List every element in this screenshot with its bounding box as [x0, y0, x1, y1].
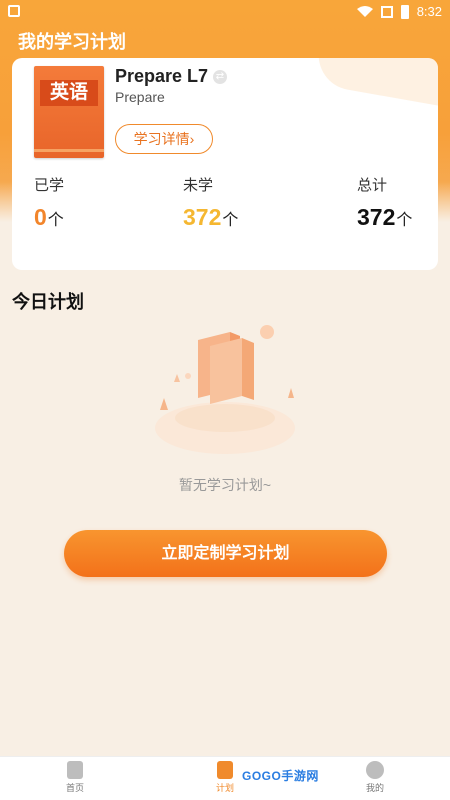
stat-learned: 已学 0个 [34, 174, 64, 231]
book-subtitle: Prepare [115, 89, 165, 105]
book-cover-stripe [34, 149, 104, 152]
empty-plan-message: 暂无学习计划~ [178, 477, 272, 493]
home-book-icon [67, 761, 83, 779]
stat-value: 372 [357, 204, 396, 230]
switch-book-icon[interactable]: ⇄ [213, 70, 227, 84]
signal-icon [380, 5, 393, 18]
stat-label: 未学 [183, 177, 214, 194]
book-cover-label: 英语 [40, 80, 98, 106]
tab-label: 计划 [215, 783, 234, 793]
stat-unit: 个 [222, 212, 239, 229]
tab-mine[interactable]: 我的 [345, 761, 405, 794]
clock-icon [217, 761, 233, 779]
battery-icon [400, 4, 409, 19]
page-title: 我的学习计划 [18, 32, 126, 52]
today-plan-title: 今日计划 [12, 292, 84, 312]
card-decoration [313, 58, 438, 112]
tab-home[interactable]: 首页 [45, 761, 105, 794]
stat-value: 372 [183, 204, 222, 230]
status-icons: 8:32 [356, 4, 442, 19]
stats-row: 已学 0个 未学 372个 总计 372个 [12, 174, 438, 254]
empty-books-illustration [155, 325, 295, 454]
plan-card: 英语 Prepare L7 ⇄ Prepare 学习详情› 已学 0个 未学 3… [12, 58, 438, 270]
create-plan-button[interactable]: 立即定制学习计划 [64, 530, 387, 577]
stat-total: 总计 372个 [357, 174, 412, 231]
stat-unlearned: 未学 372个 [183, 174, 238, 231]
stat-unit: 个 [396, 212, 413, 229]
watermark-logo: GOGO手游网 [242, 769, 319, 783]
bottom-tab-bar: 首页 计划 我的 [0, 756, 450, 800]
status-bar: 8:32 [0, 0, 450, 24]
clock-time: 8:32 [416, 4, 442, 19]
book-cover[interactable]: 英语 [34, 66, 104, 158]
stat-label: 总计 [357, 177, 388, 194]
tab-label: 我的 [365, 783, 384, 793]
stat-value: 0 [34, 204, 47, 230]
tab-label: 首页 [65, 783, 84, 793]
stat-label: 已学 [34, 177, 65, 194]
wifi-icon [356, 5, 373, 17]
stat-unit: 个 [47, 212, 64, 229]
gallery-icon [8, 5, 20, 17]
study-details-button[interactable]: 学习详情› [115, 124, 213, 154]
profile-icon [366, 761, 384, 779]
book-title: Prepare L7 [115, 66, 209, 86]
